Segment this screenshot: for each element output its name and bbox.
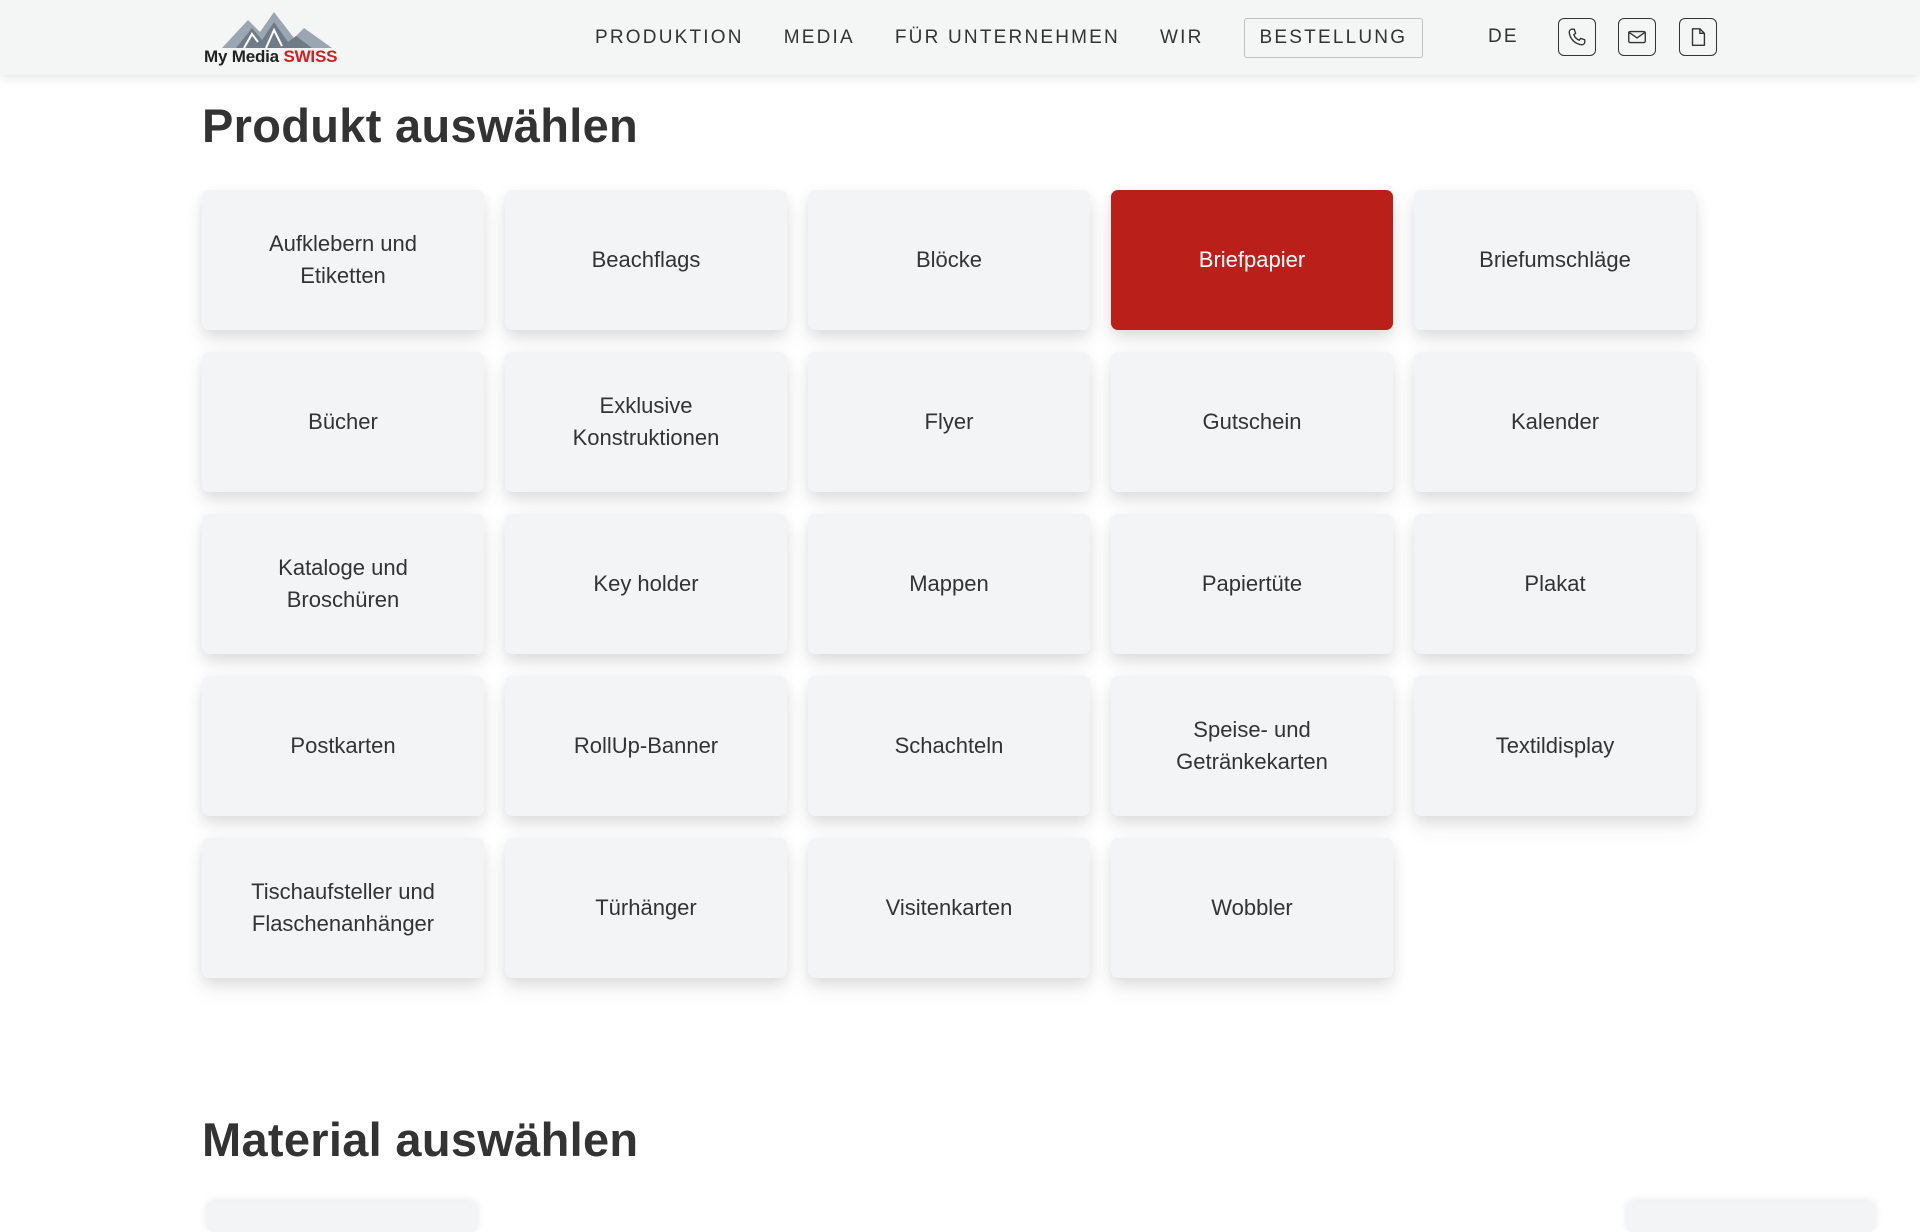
material-card[interactable]: [1626, 1202, 1876, 1232]
product-card-label: Briefumschläge: [1479, 247, 1631, 272]
product-card-label: Plakat: [1524, 571, 1586, 596]
phone-icon: [1568, 28, 1586, 46]
product-card[interactable]: Bücher: [202, 352, 484, 492]
product-card-label: Kalender: [1510, 409, 1600, 434]
product-card-label: Mappen: [909, 571, 989, 596]
product-card[interactable]: Mappen: [808, 514, 1090, 654]
product-card[interactable]: Aufklebern und Etiketten: [202, 190, 484, 330]
product-card-label: Exklusive Konstruktionen: [572, 393, 720, 450]
product-card[interactable]: Exklusive Konstruktionen: [505, 352, 787, 492]
product-card[interactable]: Wobbler: [1111, 838, 1393, 978]
product-card-label: Visitenkarten: [885, 895, 1013, 920]
product-card[interactable]: Flyer: [808, 352, 1090, 492]
product-card[interactable]: Türhänger: [505, 838, 787, 978]
product-card[interactable]: Visitenkarten: [808, 838, 1090, 978]
product-card[interactable]: Speise- und Getränkekarten: [1111, 676, 1393, 816]
product-card[interactable]: Blöcke: [808, 190, 1090, 330]
document-icon: [1691, 28, 1706, 46]
product-card[interactable]: RollUp-Banner: [505, 676, 787, 816]
product-card-label: Bücher: [308, 409, 378, 434]
nav-fuer-unternehmen[interactable]: FÜR UNTERNEHMEN: [895, 27, 1120, 49]
product-card-label: Briefpapier: [1198, 247, 1306, 272]
product-card[interactable]: Papiertüte: [1111, 514, 1393, 654]
logo-wordmark: My Media SWISS: [204, 47, 338, 66]
mail-icon: [1628, 30, 1646, 44]
product-card[interactable]: Beachflags: [505, 190, 787, 330]
product-card[interactable]: Tischaufsteller und Flaschenanhänger: [202, 838, 484, 978]
product-grid: Aufklebern und Etiketten Beachflags Blöcke…: [202, 190, 1698, 978]
product-card[interactable]: Textildisplay: [1414, 676, 1696, 816]
product-card-label: Schachteln: [894, 733, 1004, 758]
product-card-label: Papiertüte: [1201, 571, 1303, 596]
mountain-logo-icon: [222, 12, 332, 48]
nav-produktion[interactable]: PRODUKTION: [595, 27, 744, 49]
product-card-label: RollUp-Banner: [573, 733, 719, 758]
mail-button[interactable]: [1618, 18, 1656, 56]
phone-button[interactable]: [1558, 18, 1596, 56]
product-card[interactable]: Briefumschläge: [1414, 190, 1696, 330]
nav-wir[interactable]: WIR: [1160, 27, 1204, 49]
product-card[interactable]: Key holder: [505, 514, 787, 654]
product-card-label: Postkarten: [290, 733, 396, 758]
product-section-title: Produkt auswählen: [202, 99, 639, 152]
nav-bestellung[interactable]: BESTELLUNG: [1243, 18, 1424, 58]
product-card[interactable]: Schachteln: [808, 676, 1090, 816]
document-button[interactable]: [1679, 18, 1717, 56]
product-card-label: Wobbler: [1211, 895, 1293, 920]
product-card-label: Textildisplay: [1495, 733, 1615, 758]
product-card[interactable]: Kalender: [1414, 352, 1696, 492]
language-switcher[interactable]: DE: [1488, 26, 1519, 48]
product-card-label: Aufklebern und Etiketten: [269, 231, 417, 288]
product-card[interactable]: Plakat: [1414, 514, 1696, 654]
product-card-label: Blöcke: [915, 247, 983, 272]
material-card[interactable]: [206, 1202, 478, 1232]
product-card[interactable]: Kataloge und Broschüren: [202, 514, 484, 654]
logo[interactable]: My Media SWISS: [202, 9, 352, 69]
product-card-label: Key holder: [593, 571, 699, 596]
product-card-label: Beachflags: [591, 247, 701, 272]
product-card-label: Speise- und Getränkekarten: [1176, 717, 1328, 774]
product-card-label: Türhänger: [595, 895, 697, 920]
product-card-label: Kataloge und Broschüren: [278, 555, 408, 612]
material-section-title: Material auswählen: [202, 1113, 639, 1166]
nav-media[interactable]: MEDIA: [784, 27, 855, 49]
product-card[interactable]: Briefpapier: [1111, 190, 1393, 330]
product-card-label: Tischaufsteller und Flaschenanhänger: [251, 879, 435, 936]
product-card[interactable]: Postkarten: [202, 676, 484, 816]
product-card-label: Gutschein: [1202, 409, 1302, 434]
product-card-label: Flyer: [924, 409, 974, 434]
site-header: My Media SWISS PRODUKTION MEDIA FÜR UNTE…: [0, 0, 1920, 75]
main-nav: PRODUKTION MEDIA FÜR UNTERNEHMEN WIR BES…: [595, 18, 1424, 58]
product-card[interactable]: Gutschein: [1111, 352, 1393, 492]
